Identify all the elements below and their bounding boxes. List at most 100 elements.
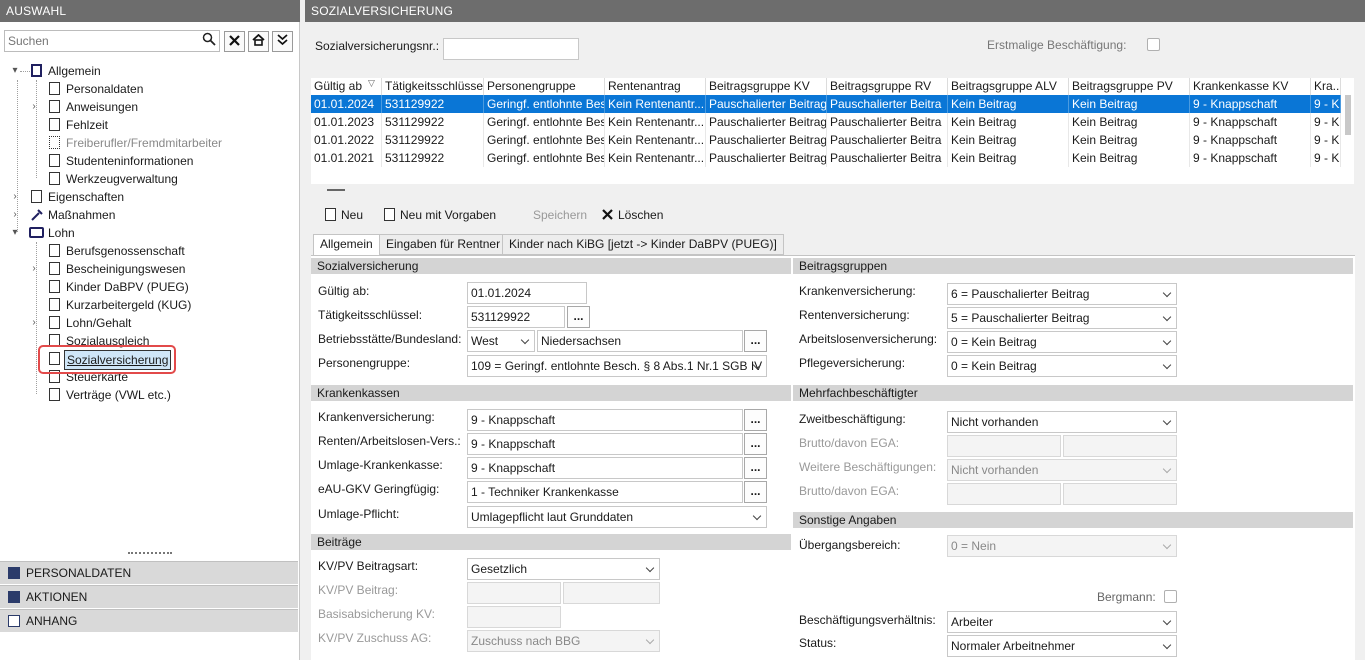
search-input[interactable] (5, 31, 195, 51)
document-icon (49, 154, 60, 167)
kk-rv-lookup-button[interactable]: ... (744, 433, 767, 455)
chevron-down-icon[interactable]: ▾ (10, 62, 20, 80)
brutto-input-2[interactable] (947, 483, 1061, 505)
zuschuss-label: KV/PV Zuschuss AG: (318, 631, 432, 645)
table-cell: 9 - Kn (1311, 113, 1341, 131)
kk-umlage-input[interactable]: 9 - Knappschaft (467, 457, 743, 479)
table-cell: Kein Beitrag (1069, 131, 1190, 149)
bg-pv-select[interactable]: 0 = Kein Beitrag (947, 355, 1177, 377)
home-button[interactable] (248, 31, 269, 52)
clear-search-button[interactable] (224, 31, 245, 52)
bundesland-lookup-button[interactable]: ... (744, 330, 767, 352)
kk-rv-input[interactable]: 9 - Knappschaft (467, 433, 743, 455)
grid-column-header[interactable]: Kra... (1311, 78, 1341, 95)
taetigkeit-lookup-button[interactable]: ... (567, 306, 590, 328)
kk-kv-input[interactable]: 9 - Knappschaft (467, 409, 743, 431)
bundesland-input[interactable]: Niedersachsen (537, 330, 743, 352)
selection-panel-header: AUSWAHL (0, 0, 300, 22)
betriebsstaette-label: Betriebsstätte/Bundesland: (318, 332, 462, 346)
grid-column-header[interactable]: Krankenkasse KV (1190, 78, 1311, 95)
document-stack-icon (31, 190, 42, 203)
attachment-icon (8, 615, 20, 627)
grid-column-header[interactable]: Beitragsgruppe ALV (948, 78, 1069, 95)
kvpv-beitrag-input-2[interactable] (563, 582, 660, 604)
kk-kv-lookup-button[interactable]: ... (744, 409, 767, 431)
chevron-right-icon[interactable]: › (29, 260, 39, 278)
beitragsart-select[interactable]: Gesetzlich (467, 558, 660, 580)
new-with-defaults-button[interactable]: Neu mit Vorgaben (384, 206, 496, 224)
table-cell: Kein Beitrag (1069, 113, 1190, 131)
zweitbeschaeftigung-select[interactable]: Nicht vorhanden (947, 411, 1177, 433)
weitere-beschaeftigungen-select[interactable]: Nicht vorhanden (947, 459, 1177, 481)
table-cell: Kein Beitrag (1069, 149, 1190, 167)
document-icon (49, 82, 60, 95)
collapse-all-button[interactable] (272, 31, 293, 52)
table-cell: Pauschalierter Beitrag (706, 149, 827, 167)
search-icon[interactable] (199, 31, 219, 51)
save-button[interactable]: Speichern (533, 206, 587, 224)
ega-input-2[interactable] (1063, 483, 1177, 505)
table-cell: 9 - Kn (1311, 131, 1341, 149)
kk-eau-label: eAU-GKV Geringfügig: (318, 482, 440, 496)
status-select[interactable]: Normaler Arbeitnehmer (947, 635, 1177, 657)
kvpv-beitrag-input-1[interactable] (467, 582, 561, 604)
tree-item-label: Studenteninformationen (66, 154, 194, 168)
uebergangsbereich-select[interactable]: 0 = Nein (947, 535, 1177, 557)
bergmann-checkbox[interactable] (1164, 590, 1177, 603)
grid-column-header[interactable]: Beitragsgruppe KV (706, 78, 827, 95)
erstmalig-checkbox[interactable] (1147, 38, 1160, 51)
umlage-pflicht-select[interactable]: Umlagepflicht laut Grunddaten (467, 506, 767, 528)
brutto-input-1[interactable] (947, 435, 1061, 457)
bg-kv-select[interactable]: 6 = Pauschalierter Beitrag (947, 283, 1177, 305)
grid-column-header[interactable]: Tätigkeitsschlüssel (382, 78, 484, 95)
table-cell: Pauschalierter Beitrag (706, 95, 827, 113)
table-cell: Pauschalierter Beitrag (706, 113, 827, 131)
bg-kv-label: Krankenversicherung: (799, 284, 916, 298)
accordion-anhang[interactable]: ANHANG (0, 609, 298, 632)
zuschuss-select[interactable]: Zuschuss nach BBG (467, 630, 660, 652)
money-icon (29, 227, 44, 238)
accordion-personaldaten[interactable]: PERSONALDATEN (0, 561, 298, 584)
ega-input-1[interactable] (1063, 435, 1177, 457)
chevron-right-icon[interactable]: › (10, 206, 20, 224)
kk-umlage-lookup-button[interactable]: ... (744, 457, 767, 479)
grid-scrollbar[interactable] (1345, 95, 1351, 135)
table-cell: Kein Rentenantr... (605, 149, 706, 167)
chevron-down-icon[interactable]: ▾ (10, 224, 20, 242)
beschaeftigungsverhaeltnis-select[interactable]: Arbeiter (947, 611, 1177, 633)
basisabsicherung-label: Basisabsicherung KV: (318, 607, 435, 621)
splitter-grip[interactable] (128, 552, 172, 556)
accordion-aktionen[interactable]: AKTIONEN (0, 585, 298, 608)
grid-column-header[interactable]: Personengruppe (484, 78, 605, 95)
grid-column-header[interactable]: Beitragsgruppe PV (1069, 78, 1190, 95)
new-document-icon (325, 208, 336, 221)
kk-eau-input[interactable]: 1 - Techniker Krankenkasse (467, 481, 743, 503)
table-cell: Kein Rentenantr... (605, 113, 706, 131)
section-beitragsgruppen: Beitragsgruppen (793, 258, 1353, 274)
betriebsstaette-select[interactable]: West (467, 330, 535, 352)
kk-eau-lookup-button[interactable]: ... (744, 481, 767, 503)
svnr-input[interactable] (443, 38, 579, 60)
table-cell: 9 - Knappschaft (1190, 113, 1311, 131)
bg-alv-select[interactable]: 0 = Kein Beitrag (947, 331, 1177, 353)
bg-rv-select[interactable]: 5 = Pauschalierter Beitrag (947, 307, 1177, 329)
new-button[interactable]: Neu (325, 206, 363, 224)
personengruppe-select[interactable]: 109 = Geringf. entlohnte Besch. § 8 Abs.… (467, 355, 767, 377)
chevron-right-icon[interactable]: › (29, 98, 39, 116)
delete-button[interactable]: Löschen (602, 206, 663, 224)
basisabsicherung-input[interactable] (467, 606, 561, 628)
chevron-right-icon[interactable]: › (29, 314, 39, 332)
tree-item-label: Eigenschaften (48, 190, 125, 204)
chevron-right-icon[interactable]: › (10, 188, 20, 206)
gueltig-ab-input[interactable]: 01.01.2024 (467, 282, 587, 304)
grid-column-header[interactable]: Rentenantrag (605, 78, 706, 95)
tab-eingaben-rentner[interactable]: Eingaben für Rentner (379, 234, 508, 255)
document-icon (49, 298, 60, 311)
personaldaten-icon (8, 567, 20, 579)
splitter-handle[interactable] (327, 189, 345, 191)
tab-kinder-kibg[interactable]: Kinder nach KiBG [jetzt -> Kinder DaBPV … (502, 234, 784, 255)
grid-column-header[interactable]: Beitragsgruppe RV (827, 78, 948, 95)
taetigkeit-input[interactable]: 531129922 (467, 306, 565, 328)
tab-allgemein[interactable]: Allgemein (313, 234, 380, 256)
kk-kv-label: Krankenversicherung: (318, 410, 435, 424)
